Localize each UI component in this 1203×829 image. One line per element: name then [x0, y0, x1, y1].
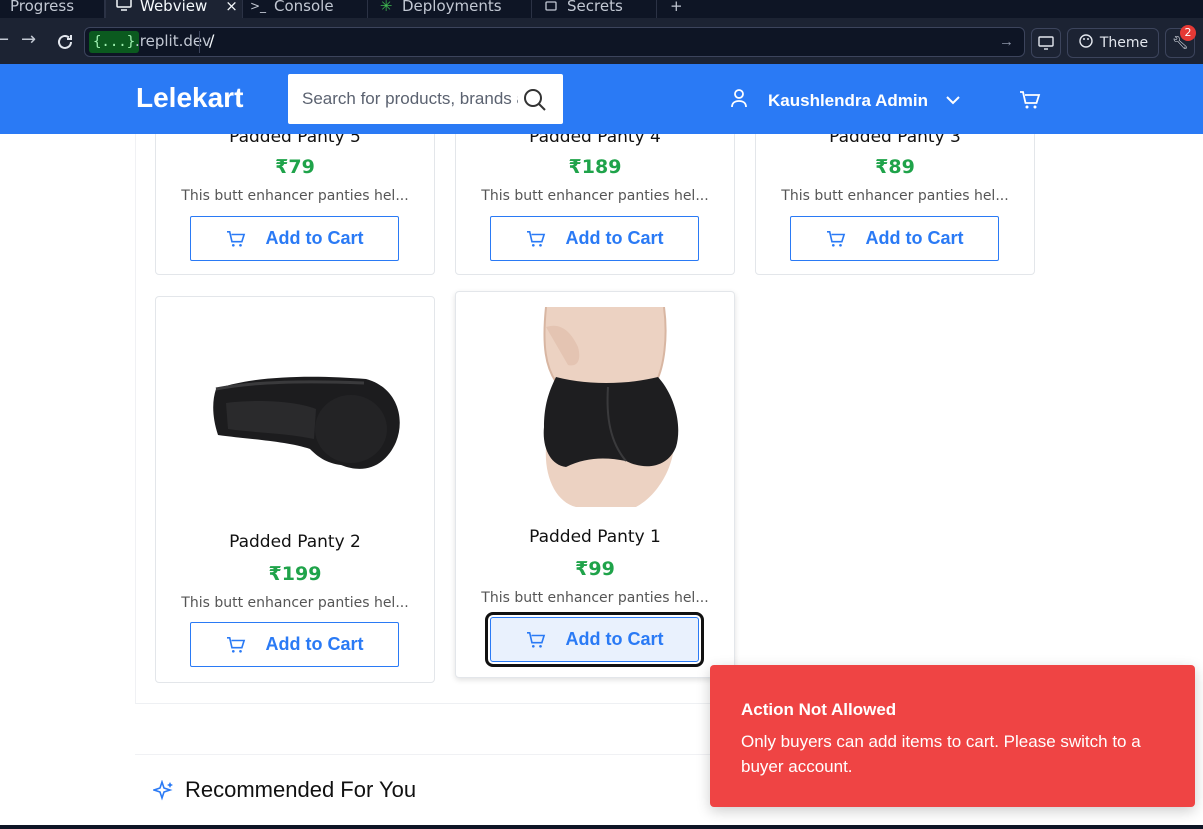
- product-price: ₹89: [875, 156, 915, 178]
- tab-secrets[interactable]: Secrets: [543, 0, 623, 18]
- tab-label: Console: [274, 0, 334, 15]
- product-price: ₹199: [268, 563, 322, 585]
- search-box: [288, 74, 563, 124]
- product-card[interactable]: Padded Panty 5 ₹79 This butt enhancer pa…: [155, 134, 435, 275]
- product-title: Padded Panty 3: [829, 134, 961, 147]
- monitor-icon: [116, 0, 132, 15]
- theme-button[interactable]: Theme: [1067, 28, 1159, 58]
- new-tab-button[interactable]: +: [670, 0, 683, 18]
- url-path: /: [209, 31, 215, 50]
- user-name: Kaushlendra Admin: [768, 90, 928, 110]
- product-title: Padded Panty 5: [229, 134, 361, 147]
- arrow-right-icon[interactable]: →: [999, 33, 1014, 50]
- product-price: ₹99: [575, 558, 615, 580]
- terminal-icon: >_: [250, 0, 267, 13]
- product-description: This butt enhancer panties hel...: [181, 595, 409, 611]
- tab-divider: [531, 0, 532, 18]
- devices-button[interactable]: [1031, 28, 1061, 58]
- add-to-cart-button[interactable]: Add to Cart: [485, 612, 704, 667]
- cart-icon[interactable]: [1019, 90, 1041, 115]
- cart-icon: [826, 230, 845, 247]
- tab-divider: [367, 0, 368, 18]
- add-to-cart-button[interactable]: Add to Cart: [490, 216, 699, 261]
- toast-message: Only buyers can add items to cart. Pleas…: [741, 732, 1141, 776]
- tab-console[interactable]: >_ Console: [250, 0, 334, 18]
- notification-badge: 2: [1180, 25, 1196, 41]
- product-card[interactable]: Padded Panty 2 ₹199 This butt enhancer p…: [155, 296, 435, 683]
- back-icon[interactable]: ←: [0, 29, 9, 50]
- add-to-cart-button[interactable]: Add to Cart: [190, 216, 399, 261]
- window-bottom-edge: [0, 825, 1203, 829]
- monitor-icon: [1038, 36, 1054, 50]
- product-card[interactable]: Padded Panty 4 ₹189 This butt enhancer p…: [455, 134, 735, 275]
- product-image[interactable]: [186, 317, 406, 517]
- product-image[interactable]: [486, 306, 706, 507]
- palette-icon: [1078, 33, 1094, 53]
- product-card[interactable]: Padded Panty 3 ₹89 This butt enhancer pa…: [755, 134, 1035, 275]
- add-to-cart-label: Add to Cart: [565, 228, 664, 248]
- theme-label: Theme: [1099, 35, 1149, 51]
- devtools-button[interactable]: 🔧︎ 2: [1165, 25, 1196, 58]
- url-field[interactable]: {...} .replit.dev / →: [84, 27, 1025, 57]
- add-to-cart-label: Add to Cart: [265, 228, 364, 248]
- reload-icon[interactable]: [55, 32, 75, 57]
- product-description: This butt enhancer panties hel...: [781, 188, 1009, 204]
- app-header: Lelekart Kaushlendra Admin: [0, 64, 1203, 134]
- product-description: This butt enhancer panties hel...: [481, 188, 709, 204]
- user-menu[interactable]: Kaushlendra Admin: [730, 88, 960, 113]
- product-title: Padded Panty 1: [529, 527, 661, 547]
- webview-address-bar: ← → {...} .replit.dev / → Theme 🔧︎ 2: [0, 18, 1203, 64]
- add-to-cart-label: Add to Cart: [565, 629, 664, 649]
- url-chip: {...}: [89, 31, 140, 53]
- error-toast[interactable]: Action Not Allowed Only buyers can add i…: [710, 665, 1195, 807]
- search-input[interactable]: [302, 86, 518, 112]
- cart-icon: [226, 230, 245, 247]
- tab-deployments[interactable]: ✳ Deployments: [378, 0, 502, 18]
- user-icon: [730, 88, 748, 113]
- tab-label: Webview: [140, 0, 208, 15]
- add-to-cart-button[interactable]: Add to Cart: [190, 622, 399, 667]
- recommended-title: Recommended For You: [185, 777, 417, 802]
- tab-divider: [656, 0, 657, 18]
- tab-label: Deployments: [402, 0, 502, 15]
- tab-label: Progress: [10, 0, 75, 15]
- deployments-icon: ✳: [379, 0, 393, 15]
- product-description: This butt enhancer panties hel...: [481, 590, 709, 606]
- chevron-down-icon: [946, 92, 960, 110]
- lock-icon: [543, 0, 559, 15]
- toast-title: Action Not Allowed: [741, 700, 897, 719]
- product-price: ₹189: [568, 156, 622, 178]
- product-title: Padded Panty 4: [529, 134, 661, 147]
- close-icon[interactable]: ×: [225, 0, 238, 15]
- product-price: ₹79: [275, 156, 315, 178]
- add-to-cart-label: Add to Cart: [865, 228, 964, 248]
- cart-icon: [526, 631, 545, 648]
- product-title: Padded Panty 2: [229, 532, 361, 552]
- product-description: This butt enhancer panties hel...: [181, 188, 409, 204]
- cart-icon: [526, 230, 545, 247]
- forward-icon[interactable]: →: [21, 29, 36, 50]
- add-to-cart-button[interactable]: Add to Cart: [790, 216, 999, 261]
- tab-webview[interactable]: Webview ×: [105, 0, 243, 18]
- product-card[interactable]: Padded Panty 1 ₹99 This butt enhancer pa…: [455, 291, 735, 678]
- site-logo[interactable]: Lelekart: [136, 82, 243, 114]
- plus-icon: +: [670, 0, 683, 15]
- cart-icon: [226, 636, 245, 653]
- tab-label: Secrets: [567, 0, 623, 15]
- search-icon[interactable]: [523, 88, 547, 117]
- add-to-cart-label: Add to Cart: [265, 634, 364, 654]
- url-divider: [199, 31, 200, 53]
- tab-progress[interactable]: Progress: [0, 0, 74, 18]
- sparkles-icon: [151, 779, 175, 807]
- ide-tab-bar: Progress Webview × >_ Console ✳ Deployme…: [0, 0, 1203, 18]
